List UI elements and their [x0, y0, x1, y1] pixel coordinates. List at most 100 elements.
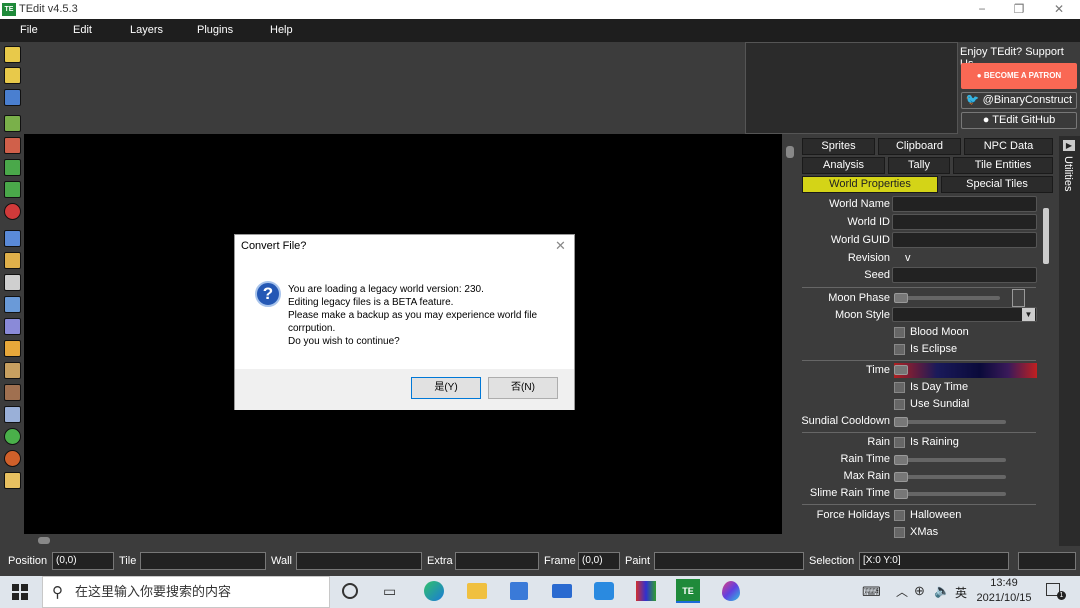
menu-edit[interactable]: Edit	[73, 24, 92, 36]
tab-npc-data[interactable]: NPC Data	[964, 138, 1053, 155]
blood-moon-checkbox[interactable]	[894, 327, 905, 338]
menu-file[interactable]: File	[20, 24, 38, 36]
tab-special-tiles[interactable]: Special Tiles	[941, 176, 1053, 193]
twitter-button[interactable]: 🐦 @BinaryConstruct	[961, 92, 1077, 109]
network-icon[interactable]: ⊕	[914, 583, 925, 599]
file-explorer-icon[interactable]	[467, 583, 487, 599]
fill-tool-icon[interactable]	[4, 406, 21, 423]
tab-clipboard[interactable]: Clipboard	[878, 138, 961, 155]
zoom-out-icon[interactable]	[4, 137, 21, 154]
hammer-tool-icon[interactable]	[4, 384, 21, 401]
vscode-icon[interactable]	[594, 582, 614, 600]
volume-icon[interactable]: 🔈	[934, 583, 950, 599]
patreon-button[interactable]: ● BECOME A PATRON	[961, 63, 1077, 89]
is-eclipse-checkbox[interactable]	[894, 344, 905, 355]
sprite-tool-icon[interactable]	[4, 428, 21, 445]
paint-app-icon[interactable]	[722, 581, 740, 601]
rain-time-knob[interactable]	[894, 455, 908, 465]
chevron-up-icon[interactable]: ︿	[896, 583, 908, 600]
is-raining-checkbox[interactable]	[894, 437, 905, 448]
brush-tool-icon[interactable]	[4, 362, 21, 379]
edge-browser-icon[interactable]	[424, 581, 444, 601]
winrar-icon[interactable]	[636, 581, 656, 601]
clock-date[interactable]: 2021/10/15	[972, 592, 1036, 604]
yes-button[interactable]: 是(Y)	[411, 377, 481, 399]
scrollbar-thumb[interactable]	[1043, 208, 1049, 264]
save-icon[interactable]	[4, 89, 21, 106]
minimap[interactable]	[745, 42, 958, 134]
cortana-icon[interactable]	[342, 583, 358, 599]
wall-label: Wall	[271, 555, 292, 567]
tab-analysis[interactable]: Analysis	[802, 157, 885, 174]
canvas-horizontal-scrollbar[interactable]	[24, 535, 782, 545]
xmas-checkbox[interactable]	[894, 527, 905, 538]
use-sundial-checkbox[interactable]	[894, 399, 905, 410]
selection-tool-icon[interactable]	[4, 296, 21, 313]
moon-phase-value-box[interactable]	[1012, 289, 1025, 307]
tedit-taskbar-icon[interactable]: TE	[676, 579, 700, 603]
time-gradient-slider[interactable]	[894, 363, 1037, 378]
minimize-button[interactable]: −	[964, 1, 1000, 18]
mail-icon[interactable]	[552, 584, 572, 598]
max-rain-knob[interactable]	[894, 472, 908, 482]
chevron-down-icon[interactable]: ▼	[1022, 308, 1035, 321]
arrow-tool-icon[interactable]	[4, 274, 21, 291]
time-knob[interactable]	[894, 365, 908, 375]
keyboard-icon[interactable]: ⌨	[862, 584, 881, 600]
tab-world-properties[interactable]: World Properties	[802, 176, 938, 193]
rain-time-slider[interactable]	[894, 458, 1006, 462]
undo-icon[interactable]	[4, 159, 21, 176]
redo-icon[interactable]	[4, 181, 21, 198]
slime-rain-time-knob[interactable]	[894, 489, 908, 499]
seed-field[interactable]	[892, 267, 1037, 283]
taskbar-search-input[interactable]: 在这里输入你要搜索的内容	[42, 576, 330, 608]
new-file-icon[interactable]	[4, 46, 21, 63]
tab-tile-entities[interactable]: Tile Entities	[953, 157, 1053, 174]
moon-style-select[interactable]: ▼	[892, 307, 1037, 322]
halloween-checkbox[interactable]	[894, 510, 905, 521]
windows-start-icon[interactable]	[12, 584, 28, 600]
scrollbar-thumb[interactable]	[786, 146, 794, 158]
tab-sprites[interactable]: Sprites	[802, 138, 875, 155]
point-tool-icon[interactable]	[4, 472, 21, 489]
seed-label: Seed	[800, 269, 890, 281]
menu-layers[interactable]: Layers	[130, 24, 163, 36]
close-button[interactable]: ✕	[1041, 1, 1077, 18]
clock-time[interactable]: 13:49	[988, 577, 1020, 589]
moon-phase-knob[interactable]	[894, 293, 908, 303]
store-icon[interactable]	[510, 582, 528, 600]
ime-indicator[interactable]: 英	[955, 584, 967, 601]
max-rain-slider[interactable]	[894, 475, 1006, 479]
zoom-in-icon[interactable]	[4, 115, 21, 132]
world-id-field[interactable]	[892, 214, 1037, 230]
copy-icon[interactable]	[4, 230, 21, 247]
pin-icon[interactable]: ▶	[1063, 140, 1075, 151]
canvas-vertical-scrollbar[interactable]	[783, 134, 797, 534]
notification-count: 1	[1057, 591, 1066, 600]
tab-tally[interactable]: Tally	[888, 157, 950, 174]
menu-help[interactable]: Help	[270, 24, 293, 36]
world-name-label: World Name	[800, 198, 890, 210]
morph-tool-icon[interactable]	[4, 450, 21, 467]
no-button[interactable]: 否(N)	[488, 377, 558, 399]
github-button[interactable]: ● TEdit GitHub	[961, 112, 1077, 129]
sundial-cooldown-knob[interactable]	[894, 417, 908, 427]
world-guid-field[interactable]	[892, 232, 1037, 248]
scrollbar-thumb[interactable]	[38, 537, 50, 544]
menu-plugins[interactable]: Plugins	[197, 24, 233, 36]
is-day-time-checkbox[interactable]	[894, 382, 905, 393]
utilities-sidebar[interactable]: ▶ Utilities	[1059, 136, 1080, 546]
slime-rain-time-slider[interactable]	[894, 492, 1006, 496]
moon-phase-slider[interactable]	[894, 296, 1000, 300]
close-icon[interactable]: ✕	[555, 238, 566, 254]
picker-tool-icon[interactable]	[4, 318, 21, 335]
task-view-icon[interactable]: ▭	[383, 583, 396, 600]
maximize-button[interactable]: ❐	[1001, 1, 1037, 18]
delete-icon[interactable]	[4, 203, 21, 220]
properties-scrollbar[interactable]	[1042, 196, 1051, 542]
open-file-icon[interactable]	[4, 67, 21, 84]
pencil-tool-icon[interactable]	[4, 340, 21, 357]
world-name-field[interactable]	[892, 196, 1037, 212]
paste-icon[interactable]	[4, 252, 21, 269]
sundial-cooldown-slider[interactable]	[894, 420, 1006, 424]
